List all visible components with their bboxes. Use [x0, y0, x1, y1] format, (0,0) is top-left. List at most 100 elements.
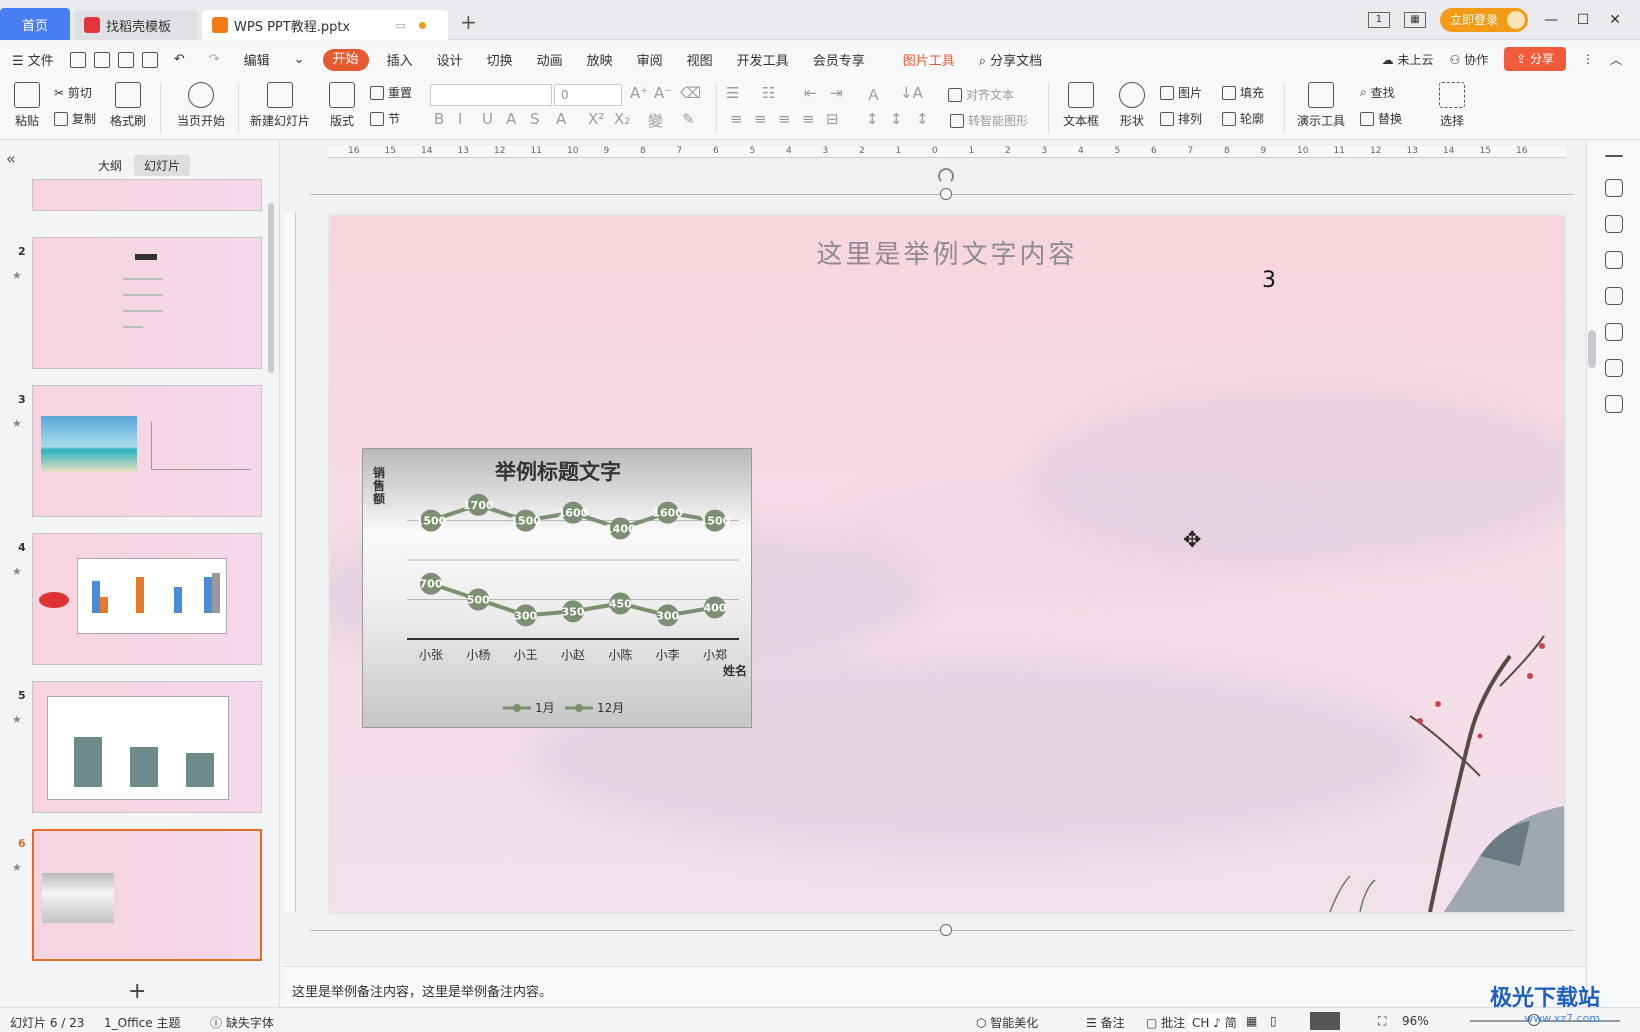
layout-button[interactable]: 版式 — [324, 82, 360, 129]
monitor-icon[interactable]: ▭ — [396, 19, 406, 32]
sort-icon[interactable]: ↓A — [900, 84, 923, 102]
menu-animation[interactable]: 动画 — [525, 50, 575, 69]
phonetic-icon[interactable]: 變 — [648, 110, 663, 131]
select-button[interactable]: 选择 — [1432, 82, 1472, 129]
resize-handle-bottom[interactable] — [940, 924, 952, 936]
underline-icon[interactable]: U — [482, 110, 493, 128]
paste-button[interactable]: 粘贴 — [10, 82, 44, 129]
font-shrink-icon[interactable]: A⁻ — [654, 84, 672, 102]
font-family-select[interactable] — [430, 84, 552, 106]
menu-slideshow[interactable]: 放映 — [575, 50, 625, 69]
print-icon[interactable] — [117, 51, 134, 68]
notes-text[interactable]: 这里是举例备注内容，这里是举例备注内容。 — [292, 985, 552, 1000]
line-spacing-icon[interactable]: ↕ — [866, 110, 879, 128]
picture-button[interactable]: 图片 — [1160, 84, 1202, 101]
cut-button[interactable]: ✂ 剪切 — [54, 84, 92, 101]
rotate-handle-icon[interactable] — [938, 168, 954, 184]
share-button[interactable]: ⇪ 分享 — [1504, 47, 1566, 71]
image-edit-icon[interactable] — [1605, 323, 1623, 341]
menu-switch[interactable]: 切换 — [475, 50, 525, 69]
vertical-ruler[interactable] — [284, 212, 296, 912]
location-pin-icon[interactable] — [1605, 359, 1623, 377]
chevron-down-icon[interactable]: ⌄ — [282, 52, 317, 67]
maximize-icon[interactable]: ☐ — [1574, 12, 1592, 28]
missing-font-button[interactable]: ⓘ 缺失字体 — [210, 1014, 274, 1031]
menu-member[interactable]: 会员专享 — [801, 50, 877, 69]
vertical-scrollbar[interactable] — [1588, 330, 1596, 368]
book-icon[interactable] — [1605, 395, 1623, 413]
menu-developer[interactable]: 开发工具 — [725, 50, 801, 69]
superscript-icon[interactable]: X² — [588, 110, 604, 128]
slide-thumbnail[interactable] — [32, 179, 262, 211]
slide-thumbnail[interactable] — [32, 237, 262, 369]
more-icon[interactable]: ⋮ — [1582, 52, 1594, 66]
collapse-panel-icon[interactable]: « — [6, 149, 16, 168]
text-direction-icon[interactable]: Ａ — [866, 84, 881, 105]
distributed-icon[interactable]: ⊟ — [826, 110, 839, 128]
notes-toggle-button[interactable]: ☰ 备注 — [1086, 1014, 1125, 1031]
menu-share-doc[interactable]: ⌕ 分享文档 — [967, 50, 1054, 69]
align-left-icon[interactable]: ≡ — [730, 110, 743, 128]
menu-edit[interactable]: 编辑 — [232, 50, 282, 69]
from-current-slide-button[interactable]: 当页开始 — [170, 82, 232, 129]
sliders-icon[interactable] — [1605, 215, 1623, 233]
shape-button[interactable]: 形状 — [1112, 82, 1152, 129]
redo-icon[interactable]: ↷ — [197, 52, 232, 67]
cloud-status[interactable]: ☁ 未上云 — [1382, 51, 1434, 68]
comment-toggle-button[interactable]: ▢ 批注 — [1146, 1014, 1185, 1031]
smart-shape-button[interactable]: 转智能图形 — [950, 112, 1028, 129]
text-shadow-icon[interactable]: A — [506, 110, 516, 128]
zoom-level[interactable]: 96% — [1402, 1014, 1429, 1028]
theme-name[interactable]: 1_Office 主题 — [104, 1014, 180, 1031]
slide-thumbnail[interactable] — [32, 533, 262, 665]
clear-format-icon[interactable]: ⌫ — [680, 84, 701, 102]
resize-handle-top[interactable] — [940, 188, 952, 200]
play-slideshow-button[interactable] — [1310, 1012, 1340, 1030]
bold-icon[interactable]: B — [434, 110, 444, 128]
star-icon[interactable] — [1605, 251, 1623, 269]
subscript-icon[interactable]: X₂ — [614, 110, 630, 128]
section-button[interactable]: 节 — [370, 110, 400, 127]
smart-beautify-button[interactable]: ⬡ 智能美化 — [976, 1014, 1038, 1031]
reading-view-icon[interactable]: ▯ — [1270, 1014, 1277, 1028]
columns-icon[interactable]: ↕ — [916, 110, 929, 128]
reset-button[interactable]: 重置 — [370, 84, 412, 101]
align-text-button[interactable]: 对齐文本 — [948, 86, 1014, 103]
align-center-icon[interactable]: ≡ — [754, 110, 767, 128]
arrange-button[interactable]: 排列 — [1160, 110, 1202, 127]
increase-indent-icon[interactable]: ⇥ — [830, 84, 843, 102]
rocket-icon[interactable] — [1605, 179, 1623, 197]
close-icon[interactable]: ✕ — [1606, 12, 1624, 28]
line-chart[interactable]: 举例标题文字 销售额姓名 小张 小杨 小王 小赵 小陈 小李 小郑 1500 1700 1500 160… — [362, 448, 752, 728]
new-tab-button[interactable]: + — [460, 10, 477, 34]
menu-picture-tools[interactable]: 图片工具 — [891, 50, 967, 69]
menu-review[interactable]: 审阅 — [625, 50, 675, 69]
menu-design[interactable]: 设计 — [425, 50, 475, 69]
tab-templates[interactable]: 找稻壳模板 — [74, 10, 198, 40]
horizontal-ruler[interactable]: 16 15 14 13 12 11 10 9 8 7 6 5 4 3 2 1 0 1 2 3 4 5 6 7 8 9 10 11 12 1… — [328, 146, 1566, 158]
align-right-icon[interactable]: ≡ — [778, 110, 791, 128]
export-pdf-icon[interactable] — [93, 51, 110, 68]
menu-insert[interactable]: 插入 — [375, 50, 425, 69]
copy-button[interactable]: 复制 — [54, 110, 96, 127]
menu-view[interactable]: 视图 — [675, 50, 725, 69]
font-size-select[interactable]: 0 — [554, 84, 622, 106]
justify-icon[interactable]: ≡ — [802, 110, 815, 128]
print-preview-icon[interactable] — [141, 51, 158, 68]
present-tools-button[interactable]: 演示工具 — [1292, 82, 1350, 129]
ime-indicator[interactable]: CH ♪ 简 — [1188, 1014, 1241, 1031]
add-slide-button[interactable]: + — [128, 979, 146, 1004]
grid-view-icon[interactable]: ▦ — [1403, 12, 1426, 28]
strikethrough-icon[interactable]: S — [530, 110, 540, 128]
collab-button[interactable]: ⚇ 协作 — [1450, 51, 1489, 68]
format-painter-button[interactable]: 格式刷 — [108, 82, 148, 129]
outline-button[interactable]: 轮廓 — [1222, 110, 1264, 127]
fit-window-icon[interactable]: ⛶ — [1378, 1014, 1386, 1029]
font-color-icon[interactable]: A — [556, 110, 566, 128]
bullet-list-icon[interactable]: ☰ — [726, 84, 739, 102]
textbox-button[interactable]: 文本框 — [1056, 82, 1106, 129]
normal-view-icon[interactable]: ▦ — [1246, 1014, 1257, 1028]
save-icon[interactable] — [69, 51, 86, 68]
slide-thumbnail-selected[interactable] — [32, 829, 262, 961]
new-slide-button[interactable]: 新建幻灯片 — [244, 82, 316, 129]
